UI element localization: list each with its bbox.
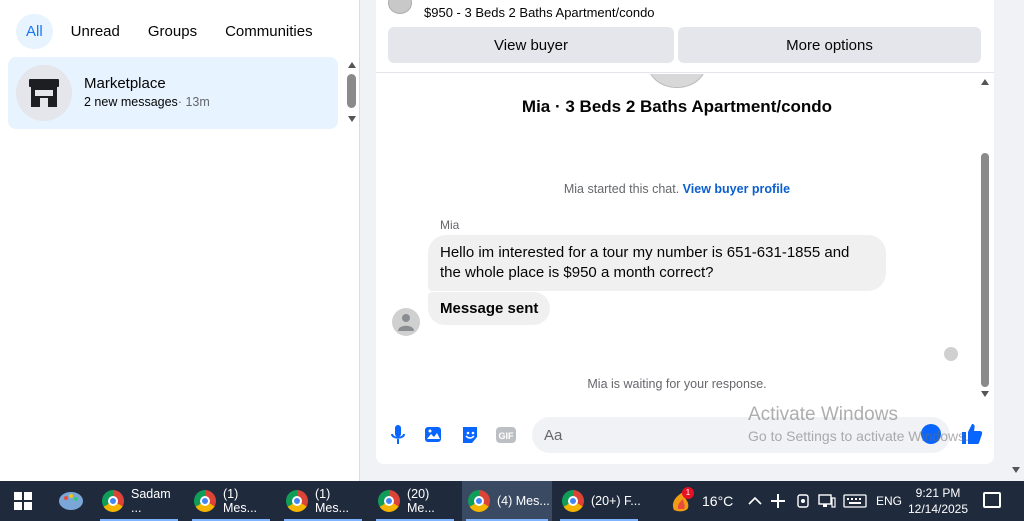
chat-started-notice: Mia started this chat. View buyer profil…	[376, 182, 978, 196]
taskbar-app-label: (4) Mes...	[497, 494, 550, 508]
taskbar-app-5[interactable]: (4) Mes...	[462, 481, 552, 521]
chat-started-text: Mia started this chat.	[563, 182, 680, 196]
emoji-icon[interactable]	[921, 424, 941, 444]
message-bubble[interactable]: Message sent	[428, 292, 551, 325]
weather-badge: 1	[682, 487, 694, 499]
camera-icon[interactable]	[796, 481, 810, 521]
view-buyer-button[interactable]: View buyer	[388, 27, 674, 63]
listing-thumbnail[interactable]	[388, 0, 412, 14]
conversation-panel: $950 - 3 Beds 2 Baths Apartment/condo Vi…	[361, 0, 1024, 481]
listing-avatar	[648, 74, 706, 88]
conversation-card: $950 - 3 Beds 2 Baths Apartment/condo Vi…	[376, 0, 994, 464]
conversation-subtitle: 2 new messages· 13m	[84, 95, 210, 109]
conversation-new-messages: 2 new messages	[84, 95, 178, 109]
seen-receipt-avatar	[944, 347, 958, 361]
sender-avatar[interactable]	[392, 308, 420, 336]
scroll-down-arrow-icon[interactable]	[981, 391, 989, 397]
system-clock[interactable]: 9:21 PM 12/14/2025	[906, 485, 970, 517]
filter-tabs: All Unread Groups Communities	[16, 14, 323, 49]
chevron-up-icon[interactable]	[748, 481, 762, 521]
svg-text:GIF: GIF	[499, 431, 515, 441]
thread-scrollbar[interactable]	[978, 76, 992, 400]
sender-name: Mia	[440, 218, 460, 232]
chrome-icon	[468, 490, 490, 512]
scroll-up-arrow-icon[interactable]	[981, 79, 989, 85]
taskbar-app-label: (20) Me...	[407, 487, 435, 515]
filter-communities[interactable]: Communities	[215, 14, 323, 49]
photo-icon[interactable]	[424, 425, 444, 445]
chrome-icon	[102, 490, 124, 512]
notification-center-icon[interactable]	[983, 492, 1001, 508]
conversation-name: Marketplace	[84, 75, 166, 92]
conversation-time: · 13m	[177, 95, 210, 109]
scroll-down-arrow-icon[interactable]	[348, 116, 356, 122]
taskbar-app-label: (20+) F...	[591, 494, 641, 508]
filter-unread[interactable]: Unread	[61, 14, 130, 49]
chrome-icon	[194, 490, 216, 512]
listing-title: $950 - 3 Beds 2 Baths Apartment/condo	[424, 5, 655, 20]
temperature[interactable]: 16°C	[702, 481, 733, 521]
scrollbar-thumb[interactable]	[981, 153, 989, 387]
chat-list-scrollbar[interactable]	[346, 60, 358, 126]
taskbar-app-label: (1) Mes...	[315, 487, 350, 515]
plus-icon[interactable]	[771, 481, 785, 521]
taskbar-app-label: Sadam ...	[131, 487, 171, 515]
chrome-icon	[378, 490, 400, 512]
message-composer: GIF	[376, 412, 994, 458]
scrollbar-thumb[interactable]	[347, 74, 356, 108]
taskbar-app-4[interactable]: (20) Me...	[372, 481, 458, 521]
conversation-item-marketplace[interactable]: Marketplace 2 new messages· 13m	[8, 57, 338, 129]
view-buyer-profile-link[interactable]: View buyer profile	[683, 182, 790, 196]
taskbar-app-3[interactable]: (1) Mes...	[280, 481, 366, 521]
clock-time: 9:21 PM	[915, 486, 961, 500]
language-indicator[interactable]: ENG	[876, 481, 902, 521]
windows-start-icon[interactable]	[14, 492, 32, 510]
page-scroll-down-arrow-icon[interactable]	[1012, 467, 1020, 473]
chrome-icon	[286, 490, 308, 512]
more-options-button[interactable]: More options	[678, 27, 981, 63]
taskbar-app-label: (1) Mes...	[223, 487, 258, 515]
chrome-icon	[562, 490, 584, 512]
clock-date: 12/14/2025	[907, 502, 969, 516]
windows-taskbar: Sadam ... (1) Mes... (1) Mes... (20) Me.…	[0, 481, 1024, 521]
message-thread: Mia · 3 Beds 2 Baths Apartment/condo Mia…	[376, 74, 994, 404]
microphone-icon[interactable]	[388, 425, 408, 445]
gif-icon[interactable]: GIF	[496, 425, 516, 445]
chat-list-panel: All Unread Groups Communities Marketplac…	[0, 0, 360, 481]
network-icon[interactable]	[818, 481, 836, 521]
taskbar-app-1[interactable]: Sadam ...	[96, 481, 182, 521]
chat-title: Mia · 3 Beds 2 Baths Apartment/condo	[521, 97, 833, 116]
like-icon[interactable]	[960, 422, 984, 446]
message-bubble[interactable]: Hello im interested for a tour my number…	[428, 235, 886, 291]
taskbar-app-6[interactable]: (20+) F...	[556, 481, 642, 521]
keyboard-icon[interactable]	[843, 481, 867, 521]
scroll-up-arrow-icon[interactable]	[348, 62, 356, 68]
taskbar-app-2[interactable]: (1) Mes...	[188, 481, 274, 521]
filter-groups[interactable]: Groups	[138, 14, 207, 49]
filter-all[interactable]: All	[16, 14, 53, 49]
sticker-icon[interactable]	[460, 425, 480, 445]
listing-header: $950 - 3 Beds 2 Baths Apartment/condo Vi…	[376, 0, 994, 73]
marketplace-store-icon	[16, 65, 72, 121]
waiting-notice: Mia is waiting for your response.	[587, 377, 767, 391]
paint-app-icon[interactable]	[58, 481, 84, 521]
message-input[interactable]	[532, 417, 950, 453]
